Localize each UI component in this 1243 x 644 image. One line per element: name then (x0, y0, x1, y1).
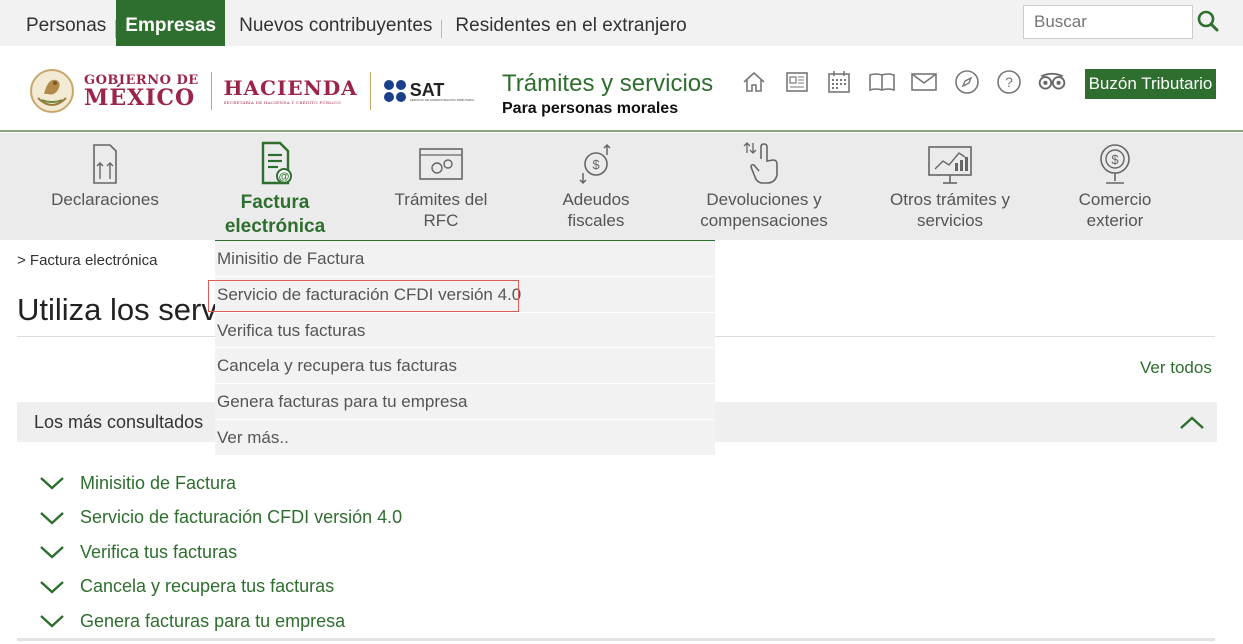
hacienda-logo: HACIENDA SECRETARÍA DE HACIENDA Y CRÉDIT… (224, 78, 358, 105)
list-item-label: Verifica tus facturas (80, 541, 238, 562)
factura-dropdown-menu: Minisitio de Factura Servicio de factura… (208, 240, 715, 456)
help-icon[interactable]: ? (995, 68, 1023, 96)
list-item-label: Minisitio de Factura (80, 472, 237, 493)
svg-text:@: @ (279, 171, 290, 183)
nav-adeudos-fiscales[interactable]: $ Adeudos fiscales (545, 133, 647, 240)
section-title: Trámites y servicios (502, 70, 714, 97)
sat-wordmark: SAT SERVICIO DE ADMINISTRACIÓN TRIBUTARI… (410, 81, 474, 102)
svg-text:?: ? (1005, 74, 1013, 90)
otros-tramites-icon (928, 146, 972, 184)
logo-subline: SECRETARÍA DE HACIENDA Y CRÉDITO PÚBLICO (223, 99, 341, 105)
main-nav: Declaraciones @ Factura electrónica Trám… (0, 133, 1243, 240)
chevron-down-icon (40, 511, 64, 525)
chevron-down-icon (40, 477, 64, 490)
nav-tramites-rfc[interactable]: Trámites del RFC (378, 133, 504, 240)
menu-item-servicio-cfdi[interactable]: Servicio de facturación CFDI versión 4.0 (208, 277, 715, 313)
calendar-icon[interactable] (825, 68, 853, 96)
top-bar: Personas Empresas Nuevos contribuyentes … (0, 0, 1243, 46)
nav-residentes-extranjero[interactable]: Residentes en el extranjero (446, 0, 695, 46)
list-item-label: Genera facturas para tu empresa (80, 610, 346, 631)
logo-line: MÉXICO (84, 84, 196, 111)
menu-item-cancela[interactable]: Cancela y recupera tus facturas (215, 348, 715, 385)
nav-label: Declaraciones (51, 190, 159, 209)
menu-item-verifica[interactable]: Verifica tus facturas (215, 313, 715, 349)
sat-logo: SAT SERVICIO DE ADMINISTRACIÓN TRIBUTARI… (383, 79, 474, 103)
nav-nuevos-contribuyentes[interactable]: Nuevos contribuyentes (230, 0, 441, 46)
divider (441, 20, 443, 38)
chevron-down-icon (40, 615, 64, 628)
nav-label: Factura electrónica (224, 192, 326, 237)
site-header: GOBIERNO DE MÉXICO HACIENDA SECRETARÍA D… (0, 46, 1243, 132)
government-logos[interactable]: GOBIERNO DE MÉXICO HACIENDA SECRETARÍA D… (28, 66, 474, 116)
menu-item-minisitio[interactable]: Minisitio de Factura (215, 241, 715, 277)
search-input[interactable] (1023, 5, 1193, 39)
menu-item-genera[interactable]: Genera facturas para tu empresa (215, 384, 715, 420)
sat-dots-icon (383, 80, 406, 102)
factura-icon: @ (261, 141, 292, 185)
devoluciones-icon (743, 142, 778, 184)
nav-label: Otros trámites y servicios (890, 190, 1010, 230)
audience-nav: Personas Empresas Nuevos contribuyentes … (17, 0, 696, 46)
chevron-down-icon (40, 546, 64, 559)
nav-empresas[interactable]: Empresas (116, 0, 226, 46)
comercio-exterior-icon: $ (1100, 144, 1130, 184)
list-item-label: Cancela y recupera tus facturas (80, 576, 335, 597)
book-icon[interactable] (868, 68, 896, 96)
search-icon[interactable] (1196, 9, 1220, 33)
nav-label: Devoluciones y compensaciones (700, 190, 828, 230)
list-item[interactable]: Minisitio de Factura (38, 466, 402, 501)
ver-todos-link[interactable]: Ver todos (1140, 358, 1212, 378)
declaraciones-icon (93, 144, 117, 184)
compass-icon[interactable] (953, 68, 981, 96)
rfc-icon (419, 148, 463, 180)
logo-line: SAT (409, 79, 445, 100)
chevron-down-icon (40, 580, 64, 594)
home-icon[interactable] (740, 68, 768, 96)
mail-icon[interactable] (910, 68, 938, 96)
menu-item-ver-mas[interactable]: Ver más.. (215, 420, 715, 456)
nav-comercio-exterior[interactable]: $ Comercio exterior (1060, 133, 1170, 240)
page-title: Utiliza los servi (17, 292, 224, 327)
chevron-up-icon[interactable] (1179, 412, 1205, 432)
logo-divider (210, 72, 212, 110)
logo-divider (369, 72, 371, 110)
nav-declaraciones[interactable]: Declaraciones (40, 133, 170, 240)
adeudos-icon: $ (579, 143, 611, 185)
logo-line: HACIENDA (223, 75, 358, 100)
nav-otros-tramites[interactable]: Otros trámites y servicios (880, 133, 1020, 240)
nav-label: Adeudos fiscales (562, 190, 630, 230)
section-subtitle: Para personas morales (502, 100, 679, 117)
gobierno-mexico-logo: GOBIERNO DE MÉXICO (84, 74, 199, 109)
list-item[interactable]: Servicio de facturación CFDI versión 4.0 (38, 501, 402, 536)
consulted-list: Minisitio de Factura Servicio de factura… (38, 466, 402, 639)
nav-personas[interactable]: Personas (17, 0, 115, 46)
svg-text:$: $ (1111, 152, 1119, 167)
header-icons: ? (740, 68, 1080, 96)
list-item[interactable]: Verifica tus facturas (38, 535, 402, 570)
breadcrumb[interactable]: > Factura electrónica (17, 252, 158, 269)
accordion-title: Los más consultados (34, 412, 204, 432)
list-item[interactable]: Cancela y recupera tus facturas (38, 570, 402, 605)
nav-label: Comercio exterior (1078, 190, 1152, 230)
list-item[interactable]: Genera facturas para tu empresa (38, 604, 402, 639)
divider (17, 638, 1215, 641)
nav-label: Trámites del RFC (394, 190, 488, 230)
buzon-tributario-button[interactable]: Buzón Tributario (1085, 69, 1216, 99)
logo-subline: SERVICIO DE ADMINISTRACIÓN TRIBUTARIA (409, 97, 475, 102)
list-item-label: Servicio de facturación CFDI versión 4.0 (80, 507, 403, 528)
nav-factura-electronica[interactable]: @ Factura electrónica (205, 133, 345, 240)
tax-assistant-icon[interactable] (1038, 68, 1066, 96)
newspaper-icon[interactable] (783, 68, 811, 96)
nav-devoluciones-compensaciones[interactable]: Devoluciones y compensaciones (692, 133, 836, 240)
svg-text:$: $ (592, 157, 600, 172)
mexico-emblem-icon (30, 69, 74, 113)
